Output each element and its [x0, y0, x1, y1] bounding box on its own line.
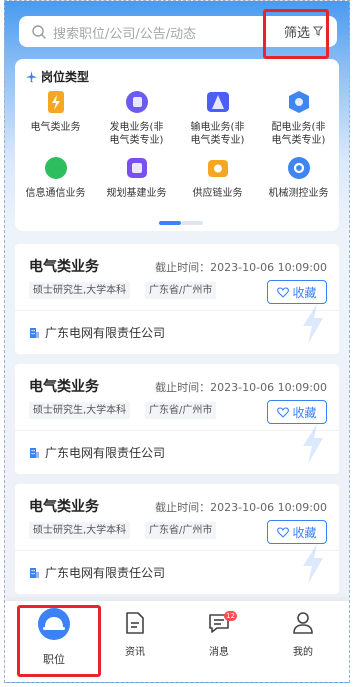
highlight-box-filter: [263, 9, 329, 59]
lightning-doc-icon: [43, 89, 69, 115]
tab-label: 资讯: [125, 647, 145, 658]
tab-messages[interactable]: 12 消息: [184, 611, 254, 658]
favorite-label: 收藏: [292, 405, 317, 420]
search-icon: [32, 25, 46, 39]
category-item[interactable]: 信息通信业务: [15, 155, 96, 200]
divider: [15, 550, 339, 551]
power-generation-icon: [124, 89, 150, 115]
chat-icon: 12: [184, 611, 254, 639]
heart-icon: [277, 286, 290, 298]
document-icon: [100, 611, 170, 639]
transmission-icon: [205, 89, 231, 115]
category-item[interactable]: 供应链业务: [177, 155, 258, 200]
job-card[interactable]: 电气类业务 截止时间：2023-10-06 10:09:00 硕士研究生,大学本科广…: [15, 244, 339, 354]
job-company: 广东电网有限责任公司: [29, 444, 165, 461]
category-item[interactable]: 发电业务(非电气类专业): [96, 89, 177, 147]
distribution-icon: [286, 89, 312, 115]
category-label: 输电业务(非电气类专业): [190, 122, 245, 146]
lightning-watermark-icon: [303, 544, 323, 584]
category-item[interactable]: 规划基建业务: [96, 155, 177, 200]
company-name: 广东电网有限责任公司: [45, 446, 166, 460]
favorite-button[interactable]: 收藏: [267, 520, 327, 544]
job-deadline: 截止时间：2023-10-06 10:09:00: [155, 501, 327, 514]
category-label: 规划基建业务: [106, 188, 167, 199]
lightning-watermark-icon: [303, 424, 323, 464]
airplane-icon: [25, 70, 38, 83]
tab-label: 消息: [209, 647, 229, 658]
job-deadline: 截止时间：2023-10-06 10:09:00: [155, 381, 327, 394]
heart-icon: [277, 526, 290, 538]
category-label: 机械测控业务: [268, 188, 329, 199]
divider: [15, 310, 339, 311]
favorite-label: 收藏: [292, 525, 317, 540]
category-item[interactable]: 配电业务(非电气类专业): [258, 89, 339, 147]
camera-icon: [205, 155, 231, 181]
category-label: 配电业务(非电气类专业): [271, 122, 326, 146]
heart-icon: [277, 406, 290, 418]
category-item[interactable]: 机械测控业务: [258, 155, 339, 200]
category-pager: [159, 221, 203, 225]
search-placeholder: 搜索职位/公司/公告/动态: [53, 27, 197, 42]
job-category-card: 岗位类型 电气类业务 发电业务(非电气类专业) 输电业务(非电气类专业) 配电业务(非…: [15, 59, 339, 231]
tab-news[interactable]: 资讯: [100, 611, 170, 658]
user-icon: [268, 611, 338, 639]
divider: [15, 430, 339, 431]
job-title: 电气类业务: [29, 499, 99, 515]
category-label: 供应链业务: [192, 188, 243, 199]
tag-education: 硕士研究生,大学本科: [29, 282, 131, 299]
job-company: 广东电网有限责任公司: [29, 324, 165, 341]
favorite-label: 收藏: [292, 285, 317, 300]
company-name: 广东电网有限责任公司: [45, 326, 166, 340]
planning-icon: [124, 155, 150, 181]
job-company: 广东电网有限责任公司: [29, 564, 165, 581]
tab-label: 我的: [293, 647, 313, 658]
category-item[interactable]: 输电业务(非电气类专业): [177, 89, 258, 147]
building-icon: [30, 567, 39, 578]
highlight-box-job-tab: [17, 605, 101, 677]
favorite-button[interactable]: 收藏: [267, 400, 327, 424]
category-label: 发电业务(非电气类专业): [109, 122, 164, 146]
tag-location: 广东省/广州市: [145, 402, 217, 419]
favorite-button[interactable]: 收藏: [267, 280, 327, 304]
tag-education: 硕士研究生,大学本科: [29, 522, 131, 539]
app-screen: 搜索职位/公司/公告/动态 筛选 岗位类型 电气类业务 发电业务(非电气类专业) 输…: [4, 0, 350, 683]
lightning-watermark-icon: [303, 304, 323, 344]
category-label: 信息通信业务: [25, 188, 86, 199]
category-header: 岗位类型: [25, 68, 89, 85]
job-title: 电气类业务: [29, 379, 99, 395]
unread-badge: 12: [224, 611, 237, 621]
tab-profile[interactable]: 我的: [268, 611, 338, 658]
job-title: 电气类业务: [29, 259, 99, 275]
gear-icon: [286, 155, 312, 181]
pager-dot: [181, 221, 203, 225]
phone-icon: [43, 155, 69, 181]
tag-location: 广东省/广州市: [145, 522, 217, 539]
tag-education: 硕士研究生,大学本科: [29, 402, 131, 419]
building-icon: [30, 327, 39, 338]
job-card[interactable]: 电气类业务 截止时间：2023-10-06 10:09:00 硕士研究生,大学本科广…: [15, 364, 339, 474]
category-label: 电气类业务: [30, 122, 81, 133]
building-icon: [30, 447, 39, 458]
tag-location: 广东省/广州市: [145, 282, 217, 299]
category-title: 岗位类型: [41, 70, 90, 84]
category-item[interactable]: 电气类业务: [15, 89, 96, 134]
pager-dot-active: [159, 221, 181, 225]
job-deadline: 截止时间：2023-10-06 10:09:00: [155, 261, 327, 274]
company-name: 广东电网有限责任公司: [45, 566, 166, 580]
job-card[interactable]: 电气类业务 截止时间：2023-10-06 10:09:00 硕士研究生,大学本科广…: [15, 484, 339, 594]
